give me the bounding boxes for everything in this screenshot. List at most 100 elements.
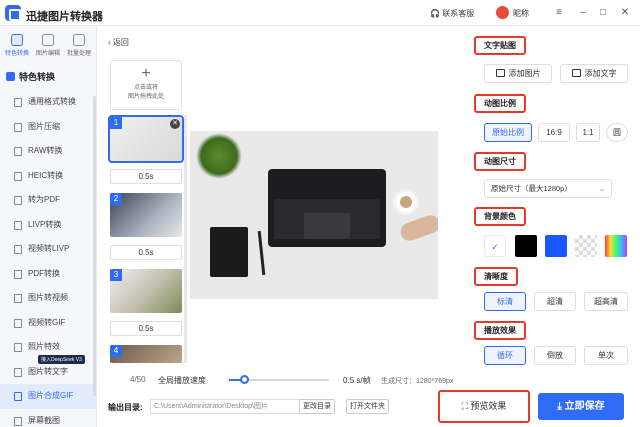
output-size: 生成尺寸：1280*769px (381, 378, 454, 385)
close-button[interactable]: ✕ (618, 6, 632, 20)
add-text-button[interactable]: 添加文字 (560, 64, 628, 83)
speed-label: 全局播放速度 (158, 376, 206, 385)
frame-thumbnail[interactable]: 3 (110, 269, 182, 313)
support-link[interactable]: 🎧 联系客服 (430, 8, 474, 19)
sidebar-scrollbar[interactable] (93, 96, 96, 396)
ratio-title: 动图比例 (474, 94, 526, 113)
swatch-custom[interactable] (605, 235, 627, 257)
nav-label: RAW转换 (28, 146, 63, 155)
bg-color-title: 背景颜色 (474, 207, 526, 226)
nav-item[interactable]: 视频转GIF (0, 311, 97, 336)
frame-duration-input[interactable]: 0.5s (110, 169, 182, 184)
file-icon (14, 245, 22, 254)
tab-feature-convert[interactable]: 特色转换 (2, 34, 32, 57)
frame-number: 3 (110, 269, 122, 281)
nav-label: 图片转视频 (28, 293, 68, 302)
ratio-16-9-button[interactable]: 16:9 (538, 123, 570, 142)
swatch-transparent[interactable] (575, 235, 597, 257)
clarity-title: 清晰度 (474, 267, 518, 286)
ratio-original-button[interactable]: 原始比例 (484, 123, 532, 142)
minimize-button[interactable]: – (576, 6, 590, 20)
back-button[interactable]: ‹ 返回 (108, 37, 129, 48)
frame-duration-input[interactable]: 0.5s (110, 245, 182, 260)
file-icon (14, 147, 22, 156)
tab-batch[interactable]: 批量处理 (64, 34, 94, 57)
deepseek-badge: 接入DeepSeek V3 (38, 355, 85, 364)
nav-label: 照片特效 (28, 342, 60, 351)
nav-label: 图片转文字 (28, 366, 68, 376)
ratio-1-1-button[interactable]: 1:1 (576, 123, 600, 142)
size-dropdown[interactable]: 原始尺寸（最大1280p） ⌄ (484, 179, 612, 198)
size-title: 动图尺寸 (474, 152, 526, 171)
coffee-cup-image (393, 189, 419, 215)
nav-item[interactable]: HEIC转换 (0, 164, 97, 189)
action-bar: ⛶ 预览效果 ⤓ 立即保存 (438, 388, 640, 427)
change-dir-button[interactable]: 更改目录 (299, 399, 335, 414)
preview-label: 预览效果 (470, 401, 507, 411)
nav-item-active[interactable]: 图片合成GIF (0, 384, 97, 409)
back-label: 返回 (112, 38, 129, 47)
speed-value: 0.5 s/帧 (343, 376, 371, 385)
file-icon (14, 196, 22, 205)
plant-image (196, 133, 242, 179)
speed-slider[interactable] (229, 375, 329, 384)
add-image-button[interactable]: 添加图片 (484, 64, 552, 83)
nav-item[interactable]: 视频转LIVP (0, 237, 97, 262)
nav-item[interactable]: RAW转换 (0, 139, 97, 164)
add-image-label: 添加图片 (508, 69, 541, 78)
add-image-dropzone[interactable]: + 点击或将 图片拖拽此处 (110, 60, 182, 110)
nav-item[interactable]: LIVP转换 (0, 213, 97, 238)
effect-loop-button[interactable]: 循环 (484, 346, 526, 365)
close-icon[interactable]: ✕ (170, 119, 180, 129)
preview-button[interactable]: ⛶ 预览效果 (438, 390, 530, 423)
menu-icon[interactable]: ≡ (552, 6, 566, 20)
frame-thumbnail[interactable]: 4 (110, 345, 182, 363)
file-icon (14, 367, 22, 377)
username: 昵称 (513, 9, 529, 18)
tab-label: 特色转换 (4, 51, 29, 57)
file-icon (14, 343, 22, 352)
frame-duration-input[interactable]: 0.5s (110, 321, 182, 336)
clarity-sd-button[interactable]: 标清 (484, 292, 526, 311)
download-icon: ⤓ (557, 401, 565, 412)
pen-image (257, 230, 266, 276)
swatch-white[interactable]: ✓ (484, 235, 506, 257)
frames-scrollbar[interactable] (184, 115, 187, 363)
nav-item[interactable]: 转为PDF (0, 188, 97, 213)
maximize-button[interactable]: □ (596, 6, 610, 20)
nav-label: 图片合成GIF (28, 391, 74, 400)
clarity-hd-button[interactable]: 超清 (534, 292, 576, 311)
nav-label: 视频转GIF (28, 317, 66, 327)
output-label: 输出目录: (108, 403, 143, 412)
headset-icon: 🎧 (430, 9, 440, 18)
nav-item[interactable]: PDF转换 (0, 262, 97, 287)
frame-thumbnail[interactable]: 1 ✕ (108, 115, 184, 163)
section-title-label: 特色转换 (19, 72, 56, 82)
output-path-input[interactable]: C:\Users\Administrator\Desktop\图片 (150, 399, 306, 414)
swatch-blue[interactable] (545, 235, 567, 257)
sidebar-tabs: 特色转换 图片编辑 批量处理 (0, 34, 97, 62)
feature-icon (11, 34, 23, 46)
nav-item[interactable]: 图片压缩 (0, 115, 97, 140)
nav-item[interactable]: 图片转视频 (0, 286, 97, 311)
effect-reverse-button[interactable]: 倒放 (534, 346, 576, 365)
section-title[interactable]: 特色转换 (6, 70, 55, 83)
nav-label: 转为PDF (28, 195, 60, 204)
tab-image-edit[interactable]: 图片编辑 (33, 34, 63, 57)
frame-thumbnail[interactable]: 2 (110, 193, 182, 237)
nav-item[interactable]: 屏幕截图 (0, 409, 97, 427)
frame-number: 1 (110, 117, 122, 129)
ratio-circle-button[interactable]: 圆 (606, 123, 628, 142)
effect-once-button[interactable]: 单次 (584, 346, 628, 365)
swatch-black[interactable] (515, 235, 537, 257)
clarity-uhd-button[interactable]: 超高清 (584, 292, 628, 311)
save-label: 立即保存 (564, 401, 605, 412)
speed-slider-handle[interactable] (240, 375, 249, 384)
nav-item[interactable]: 通用格式转换 (0, 90, 97, 115)
save-button[interactable]: ⤓ 立即保存 (538, 393, 624, 420)
open-folder-button[interactable]: 打开文件夹 (346, 399, 389, 414)
file-icon (14, 122, 22, 132)
size-dropdown-value: 原始尺寸（最大1280p） (491, 184, 572, 193)
app-title: 迅捷图片转换器 (26, 11, 103, 23)
batch-icon (73, 34, 85, 46)
